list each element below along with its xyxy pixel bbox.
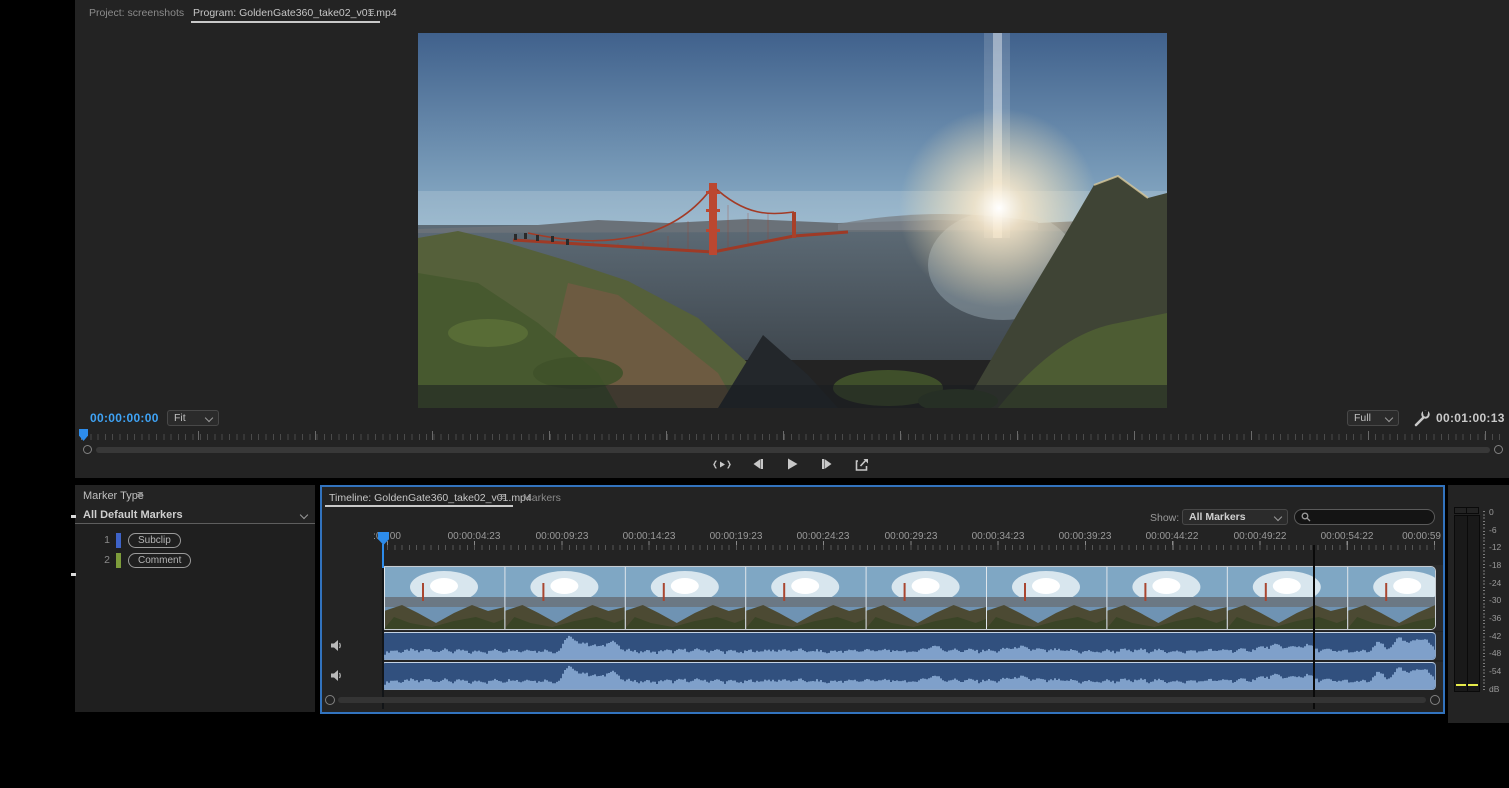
- meter-scale-label: -48: [1489, 648, 1501, 658]
- monitor-scroll-left-handle[interactable]: [83, 445, 92, 454]
- meter-scale-label: -24: [1489, 578, 1501, 588]
- audio-meter-panel: 0 -6 -12 -18 -24 -30 -36 -42 -48 -54 dB: [1448, 485, 1509, 723]
- playback-quality-select[interactable]: Full: [1347, 410, 1399, 426]
- chevron-down-icon: [205, 414, 213, 422]
- meter-scale-label: -6: [1489, 525, 1497, 535]
- meter-scale-label: -12: [1489, 542, 1501, 552]
- marker-type-panel: Marker Type ≡ All Default Markers 1 Subc…: [75, 485, 315, 712]
- monitor-seekbar[interactable]: [75, 428, 1509, 444]
- meter-scale-label: 0: [1489, 507, 1494, 517]
- meter-scale-label: -54: [1489, 666, 1501, 676]
- panel-menu-icon[interactable]: ≡: [368, 6, 374, 18]
- playhead-line[interactable]: [382, 544, 384, 568]
- marker-list-item[interactable]: 2 Comment: [75, 551, 315, 569]
- show-label: Show:: [1150, 512, 1179, 524]
- export-frame-button[interactable]: [851, 456, 873, 472]
- marker-color-chip: [116, 553, 121, 568]
- zoom-level-value: Fit: [174, 412, 186, 424]
- chevron-down-icon: [1385, 414, 1393, 422]
- panel-menu-icon[interactable]: ≡: [499, 491, 505, 503]
- chevron-down-icon: [1274, 513, 1282, 521]
- meter-peak-right: [1468, 684, 1478, 686]
- meter-scale-label: -36: [1489, 613, 1501, 623]
- marker-filter-value: All Default Markers: [83, 509, 183, 521]
- chevron-down-icon: [300, 511, 308, 519]
- meter-peak-left: [1456, 684, 1466, 686]
- playhead-line-lower: [382, 568, 384, 709]
- meter-scale-label: -42: [1489, 631, 1501, 641]
- current-timecode[interactable]: 00:00:00:00: [90, 411, 159, 425]
- play-in-to-out-button[interactable]: [711, 456, 733, 472]
- golden-gate-panorama: [418, 33, 1167, 408]
- marker-color-chip: [116, 533, 121, 548]
- marker-filter-select[interactable]: All Default Markers: [75, 507, 315, 524]
- audio-clip-2[interactable]: [383, 662, 1436, 690]
- timeline-scroll-left-handle[interactable]: [325, 695, 335, 705]
- marker-index: 2: [75, 554, 110, 566]
- tab-markers[interactable]: Markers: [523, 492, 561, 504]
- active-tab-underline: [325, 505, 513, 507]
- step-forward-button[interactable]: [816, 456, 838, 472]
- panel-edge-tick: [71, 573, 76, 576]
- edit-cursor-line: [1313, 545, 1315, 709]
- timeline-panel: Timeline: GoldenGate360_take02_v01.mp4 ≡…: [320, 485, 1445, 714]
- marker-list-item[interactable]: 1 Subclip: [75, 531, 315, 549]
- show-markers-value: All Markers: [1189, 511, 1246, 523]
- monitor-scrollbar[interactable]: [96, 447, 1490, 453]
- show-markers-select[interactable]: All Markers: [1182, 509, 1288, 525]
- program-monitor-panel: Project: screenshots Program: GoldenGate…: [75, 0, 1509, 478]
- program-video-viewport[interactable]: [418, 33, 1167, 408]
- timeline-scroll-right-handle[interactable]: [1430, 695, 1440, 705]
- marker-search-input[interactable]: [1294, 509, 1435, 525]
- video-clip[interactable]: [383, 566, 1436, 630]
- tab-program[interactable]: Program: GoldenGate360_take02_v01.mp4: [193, 7, 397, 19]
- marker-label-pill: Comment: [128, 553, 191, 568]
- speaker-icon: [330, 669, 345, 682]
- audio-clip-1[interactable]: [383, 632, 1436, 660]
- step-back-button[interactable]: [746, 456, 768, 472]
- duration-timecode: 00:01:00:13: [1436, 411, 1505, 425]
- audio1-mute-button[interactable]: [330, 639, 345, 652]
- transport-controls: [75, 456, 1509, 476]
- speaker-icon: [330, 639, 345, 652]
- meter-channel-box: [1466, 507, 1479, 514]
- audio2-mute-button[interactable]: [330, 669, 345, 682]
- playback-quality-value: Full: [1354, 412, 1371, 424]
- active-tab-underline: [191, 21, 380, 23]
- monitor-scroll-right-handle[interactable]: [1494, 445, 1503, 454]
- search-icon: [1301, 512, 1311, 522]
- meter-scale-label: -30: [1489, 595, 1501, 605]
- play-button[interactable]: [781, 456, 803, 472]
- timeline-ruler[interactable]: [383, 529, 1441, 551]
- panel-menu-icon[interactable]: ≡: [137, 489, 143, 501]
- settings-wrench-icon[interactable]: [1413, 409, 1431, 427]
- marker-panel-title: Marker Type: [83, 490, 144, 502]
- panel-edge-tick: [71, 515, 76, 518]
- marker-label-pill: Subclip: [128, 533, 181, 548]
- marker-index: 1: [75, 534, 110, 546]
- meter-scale-label: dB: [1489, 684, 1499, 694]
- meter-tick-column: [1483, 511, 1485, 692]
- level-meter-bars: [1454, 515, 1480, 692]
- app-screen: Project: screenshots Program: GoldenGate…: [0, 0, 1509, 788]
- zoom-level-select[interactable]: Fit: [167, 410, 219, 426]
- timeline-scrollbar[interactable]: [338, 697, 1426, 703]
- tab-project[interactable]: Project: screenshots: [89, 7, 184, 19]
- meter-scale-label: -18: [1489, 560, 1501, 570]
